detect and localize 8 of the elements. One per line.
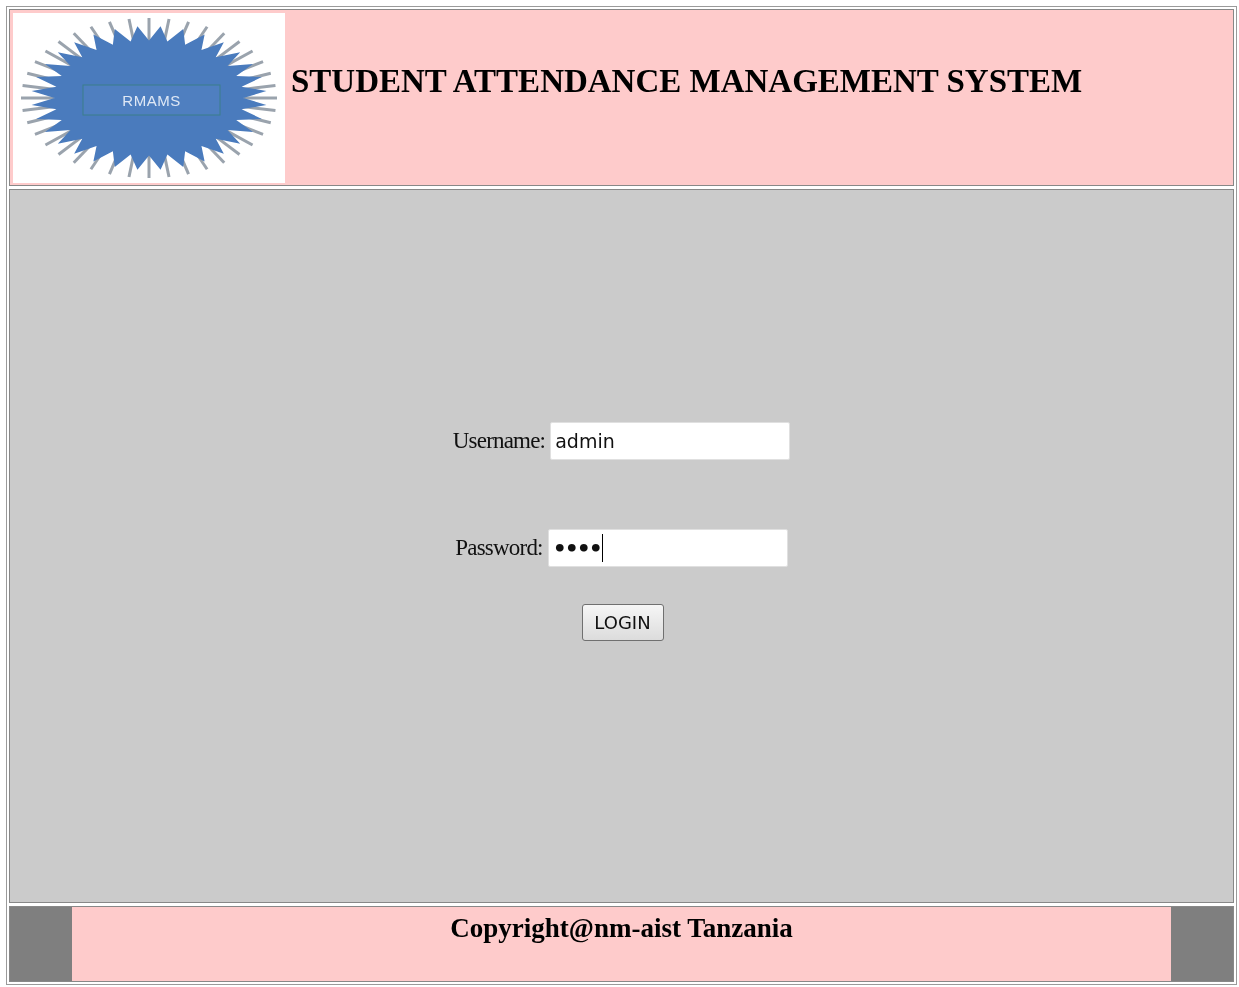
username-field[interactable]: admin [550, 422, 791, 460]
page-title: STUDENT ATTENDANCE MANAGEMENT SYSTEM [291, 63, 1083, 100]
logo-text: RMAMS [121, 90, 182, 111]
field-label: Password: [455, 535, 543, 561]
password-field[interactable]: •••• [547, 529, 788, 567]
login-button[interactable]: LOGIN [581, 604, 664, 641]
field-label: Username: [452, 428, 546, 454]
copyright-text: Copyright@nm-aist Tanzania [450, 913, 793, 944]
